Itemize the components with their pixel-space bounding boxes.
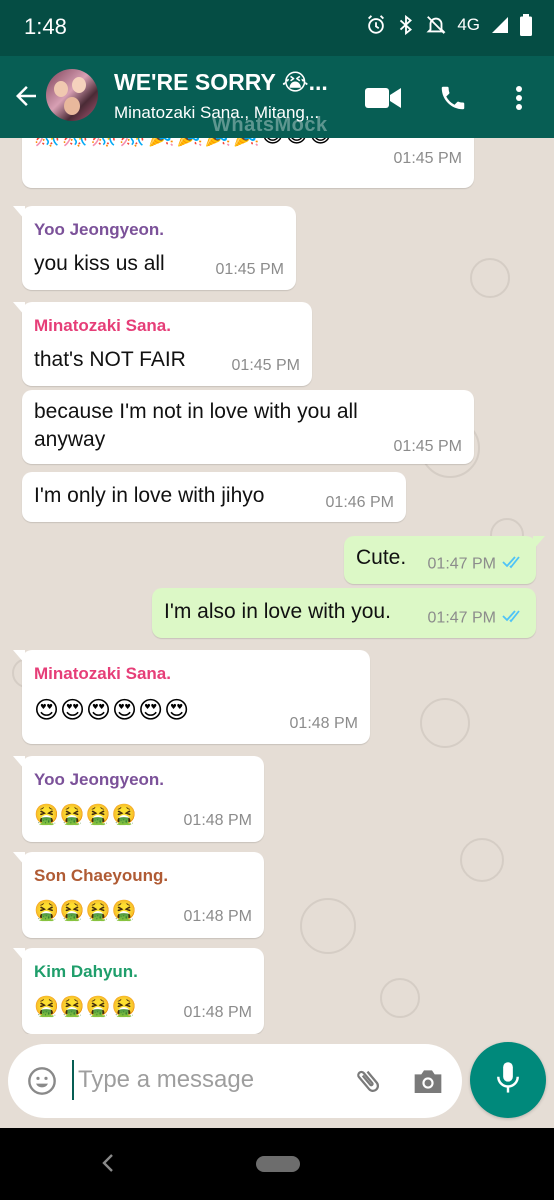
emoji-icon[interactable] xyxy=(24,1063,60,1099)
system-nav-bar xyxy=(0,1128,554,1200)
sender-name: Son Chaeyoung. xyxy=(34,866,169,885)
message-time: 01:45 PM xyxy=(393,438,462,455)
message-text: 🤮🤮🤮🤮 xyxy=(34,804,138,826)
message-text: 🤮🤮🤮🤮 xyxy=(34,996,138,1018)
message-time: 01:48 PM xyxy=(289,715,358,732)
message-time: 01:45 PM xyxy=(231,357,300,374)
message-bubble-outgoing[interactable]: I'm also in love with you. 01:47 PM xyxy=(152,588,536,638)
message-time: 01:47 PM xyxy=(427,555,496,573)
message-bubble[interactable]: Minatozaki Sana. 😍😍😍😍😍😍 01:48 PM xyxy=(13,650,370,744)
dnd-off-icon xyxy=(425,14,447,36)
sender-name: Yoo Jeongyeon. xyxy=(34,770,165,789)
attach-icon[interactable] xyxy=(350,1063,386,1099)
message-list[interactable]: 🎊🎊🎊🎊🎉🎉🎉🎉😄😄😄 01:45 PM Yoo Jeongyeon. you … xyxy=(0,138,554,1034)
chat-title[interactable]: WE'RE SORRY 😭... xyxy=(114,69,344,96)
group-avatar[interactable] xyxy=(46,69,98,121)
battery-icon xyxy=(520,14,532,36)
message-bubble[interactable]: Yoo Jeongyeon. 🤮🤮🤮🤮 01:48 PM xyxy=(13,756,264,842)
message-time-status: 01:47 PM xyxy=(428,555,524,574)
message-text: 🤮🤮🤮🤮 xyxy=(34,900,138,922)
alarm-icon xyxy=(365,14,387,36)
message-text: that's NOT FAIR xyxy=(34,348,186,371)
message-time: 01:45 PM xyxy=(393,150,462,167)
bluetooth-icon xyxy=(397,14,415,36)
double-check-icon xyxy=(502,609,524,628)
sender-name: Kim Dahyun. xyxy=(34,962,138,981)
chat-header: WE'RE SORRY 😭... Minatozaki Sana., Mitan… xyxy=(0,56,554,138)
double-check-icon xyxy=(502,555,524,574)
message-text-line: anyway xyxy=(34,428,106,451)
message-bubble[interactable]: I'm only in love with jihyo 01:46 PM xyxy=(22,472,406,522)
phone-icon[interactable] xyxy=(434,80,472,116)
sender-name: Yoo Jeongyeon. xyxy=(34,220,165,239)
message-text: you kiss us all xyxy=(34,252,165,275)
message-time: 01:48 PM xyxy=(183,908,252,925)
home-pill-icon[interactable] xyxy=(256,1156,300,1172)
sender-name: Minatozaki Sana. xyxy=(34,664,171,683)
status-bar: 1:48 4G xyxy=(0,0,554,56)
message-bubble[interactable]: Son Chaeyoung. 🤮🤮🤮🤮 01:48 PM xyxy=(13,852,264,938)
camera-icon[interactable] xyxy=(410,1063,446,1099)
sender-name: Minatozaki Sana. xyxy=(34,316,171,335)
more-vert-icon[interactable] xyxy=(500,80,538,116)
message-bubble[interactable]: Yoo Jeongyeon. you kiss us all 01:45 PM xyxy=(13,206,296,290)
message-bubble-outgoing[interactable]: Cute. 01:47 PM xyxy=(344,536,545,584)
message-bubble[interactable]: Kim Dahyun. 🤮🤮🤮🤮 01:48 PM xyxy=(13,948,264,1034)
status-icons: 4G xyxy=(365,14,532,36)
mic-button[interactable] xyxy=(470,1042,546,1118)
message-text: 🎊🎊🎊🎊🎉🎉🎉🎉😄😄😄 xyxy=(34,138,333,148)
message-text: I'm only in love with jihyo xyxy=(34,484,265,507)
message-text: I'm also in love with you. xyxy=(164,600,391,623)
message-time-status: 01:47 PM xyxy=(428,609,524,628)
status-time: 1:48 xyxy=(24,14,67,39)
message-time: 01:47 PM xyxy=(427,609,496,627)
message-text-line: because I'm not in love with you all xyxy=(34,400,358,423)
composer xyxy=(8,1044,462,1118)
nav-back-icon[interactable] xyxy=(98,1150,118,1176)
message-text: 😍😍😍😍😍😍 xyxy=(34,697,191,724)
back-arrow-icon[interactable] xyxy=(8,76,44,116)
message-time: 01:45 PM xyxy=(215,261,284,278)
message-bubble[interactable]: because I'm not in love with you all any… xyxy=(22,390,474,464)
message-text: Cute. xyxy=(356,546,407,569)
message-time: 01:48 PM xyxy=(183,812,252,829)
message-bubble[interactable]: Minatozaki Sana. that's NOT FAIR 01:45 P… xyxy=(13,302,312,386)
message-input[interactable] xyxy=(72,1060,332,1100)
signal-icon xyxy=(490,15,510,35)
mic-icon xyxy=(495,1061,521,1100)
message-bubble[interactable]: 🎊🎊🎊🎊🎉🎉🎉🎉😄😄😄 01:45 PM xyxy=(22,138,474,188)
video-call-icon[interactable] xyxy=(364,80,402,116)
message-time: 01:48 PM xyxy=(183,1004,252,1021)
network-label: 4G xyxy=(457,15,480,34)
message-time: 01:46 PM xyxy=(325,494,394,511)
watermark: WhatsMock xyxy=(212,114,328,136)
